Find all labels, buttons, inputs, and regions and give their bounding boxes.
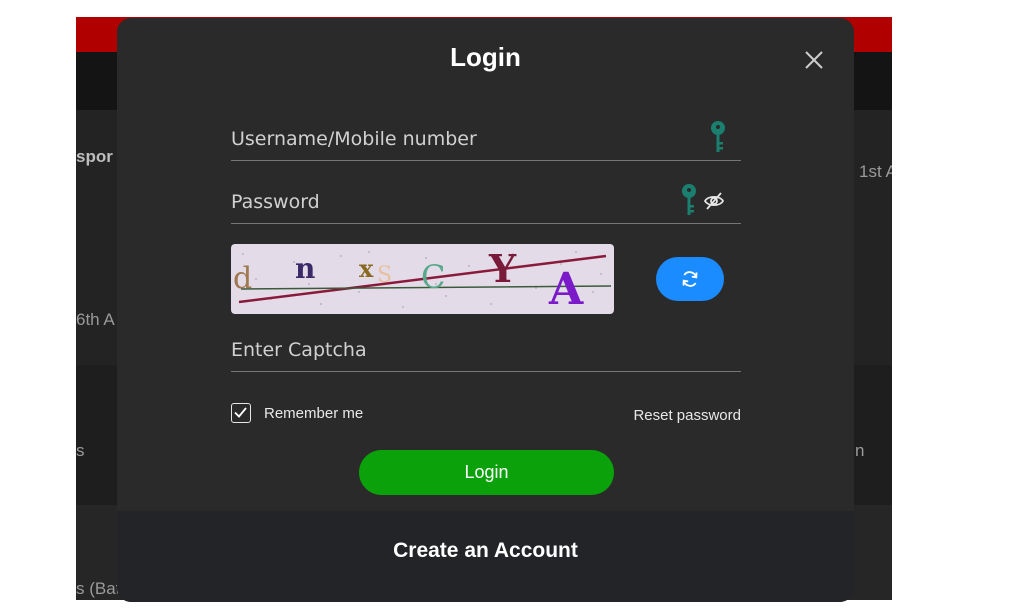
username-input[interactable] <box>231 120 671 158</box>
svg-text:A: A <box>548 264 584 314</box>
key-icon <box>711 121 725 152</box>
login-button[interactable]: Login <box>359 450 614 495</box>
svg-text:n: n <box>295 252 315 285</box>
close-icon[interactable] <box>802 48 826 72</box>
modal-title: Login <box>450 42 521 72</box>
key-icon <box>682 184 696 215</box>
modal-footer: Create an Account <box>117 511 854 602</box>
refresh-icon <box>682 271 698 287</box>
captcha-input[interactable] <box>231 331 671 369</box>
svg-text:S: S <box>377 263 392 288</box>
password-field <box>231 183 741 224</box>
remember-me-label: Remember me <box>264 405 364 422</box>
username-field <box>231 120 741 161</box>
checkbox-checked[interactable] <box>231 403 251 423</box>
svg-text:x: x <box>359 254 374 283</box>
svg-text:Y: Y <box>488 246 517 291</box>
login-modal: Login Username/Mobile number d n x S C Y… <box>117 18 854 602</box>
background-text: 1st A <box>859 162 892 181</box>
svg-text:d: d <box>233 261 252 296</box>
background-text: s <box>76 441 85 460</box>
background-text: n <box>855 441 865 460</box>
captcha-image: d n x S C Y A <box>231 244 614 314</box>
create-account-link[interactable]: Create an Account <box>117 539 854 563</box>
eye-slash-icon[interactable] <box>703 190 725 212</box>
background-text: 6th A <box>76 310 115 329</box>
refresh-captcha-button[interactable] <box>656 257 724 301</box>
captcha-field <box>231 331 741 372</box>
check-icon <box>234 407 247 418</box>
reset-password-link[interactable]: Reset password <box>633 407 741 424</box>
background-text: spor <box>76 147 113 166</box>
password-input[interactable] <box>231 183 671 221</box>
background-text: s (Bat <box>76 579 121 598</box>
svg-text:C: C <box>421 258 445 296</box>
